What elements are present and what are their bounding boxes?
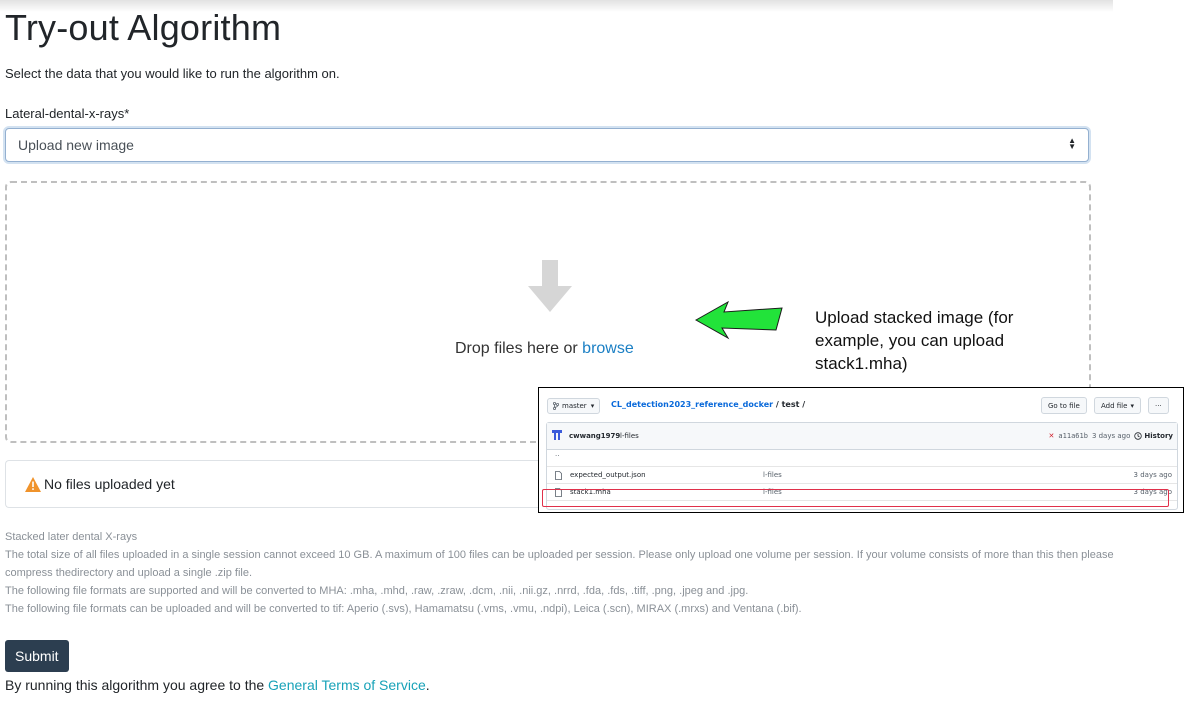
branch-selector[interactable]: master ▾: [547, 398, 601, 414]
terms-suffix: .: [425, 677, 430, 693]
branch-name: master: [562, 402, 587, 410]
github-toolbar: master ▾ CL_detection2023_reference_dock…: [539, 388, 1183, 422]
repo-breadcrumb: CL_detection2023_reference_docker / test…: [611, 400, 805, 409]
browse-link[interactable]: browse: [582, 340, 634, 357]
failed-check-icon: ✕: [1048, 432, 1055, 440]
parent-dir: ..: [555, 450, 560, 458]
upload-status: No files uploaded yet: [5, 460, 545, 508]
more-options-button[interactable]: ···: [1148, 397, 1169, 414]
terms-link[interactable]: General Terms of Service: [268, 677, 426, 693]
latest-commit-row: cwwang1979 l-files ✕ a11a61b 3 days ago …: [547, 423, 1177, 450]
help-text: Stacked later dental X-rays The total si…: [5, 528, 1115, 618]
file-name[interactable]: expected_output.json: [570, 471, 646, 479]
caret-down-icon: ▾: [1130, 401, 1134, 410]
history-label: History: [1144, 432, 1173, 440]
image-source-select[interactable]: Upload new image ▲ ▼: [5, 128, 1089, 162]
terms-notice: By running this algorithm you agree to t…: [5, 677, 430, 693]
add-file-button[interactable]: Add file ▾: [1094, 397, 1141, 414]
parent-dir-row[interactable]: ..: [547, 450, 1177, 467]
page-title: Try-out Algorithm: [5, 7, 282, 48]
select-arrows-icon: ▲ ▼: [1068, 136, 1076, 151]
file-icon: [555, 471, 562, 480]
avatar-icon: [552, 430, 562, 440]
branch-icon: [553, 402, 559, 410]
page-subtitle: Select the data that you would like to r…: [5, 66, 340, 81]
dropzone-text: Drop files here or browse: [455, 340, 634, 358]
warning-icon: [25, 476, 41, 492]
clock-icon: [1134, 432, 1143, 440]
terms-prefix: By running this algorithm you agree to t…: [5, 677, 269, 693]
history-link[interactable]: History: [1134, 432, 1173, 440]
caret-down-icon: ▾: [590, 402, 595, 410]
status-text: No files uploaded yet: [44, 476, 175, 492]
help-title: Stacked later dental X-rays: [5, 531, 138, 543]
add-file-label: Add file: [1101, 401, 1128, 410]
left-arrow-annotation-icon: [694, 300, 783, 340]
dropzone-label: Drop files here or: [455, 340, 583, 357]
input-label: Lateral-dental-x-rays*: [5, 106, 130, 121]
download-arrow-icon: [528, 260, 572, 312]
commit-author[interactable]: cwwang1979: [569, 432, 620, 440]
help-line: The total size of all files uploaded in …: [5, 549, 1114, 579]
help-line: The following file formats are supported…: [5, 585, 749, 597]
file-commit-message[interactable]: l-files: [763, 471, 782, 479]
path-rest: / test /: [773, 400, 806, 409]
highlight-box: [542, 489, 1169, 507]
help-line: The following file formats can be upload…: [5, 603, 802, 615]
commit-age: 3 days ago: [1091, 432, 1131, 440]
go-to-file-button[interactable]: Go to file: [1041, 397, 1087, 414]
commit-meta: ✕ a11a61b 3 days ago History: [1049, 432, 1173, 440]
annotation-callout: Upload stacked image (for example, you c…: [815, 308, 1014, 373]
commit-hash[interactable]: a11a61b: [1058, 432, 1088, 440]
repo-link[interactable]: CL_detection2023_reference_docker: [611, 400, 773, 409]
file-date: 3 days ago: [1133, 471, 1172, 479]
select-value: Upload new image: [18, 137, 134, 153]
github-screenshot: master ▾ CL_detection2023_reference_dock…: [538, 387, 1184, 513]
file-row[interactable]: expected_output.json l-files 3 days ago: [547, 467, 1177, 484]
submit-button[interactable]: Submit: [5, 640, 69, 672]
commit-message[interactable]: l-files: [620, 432, 639, 440]
